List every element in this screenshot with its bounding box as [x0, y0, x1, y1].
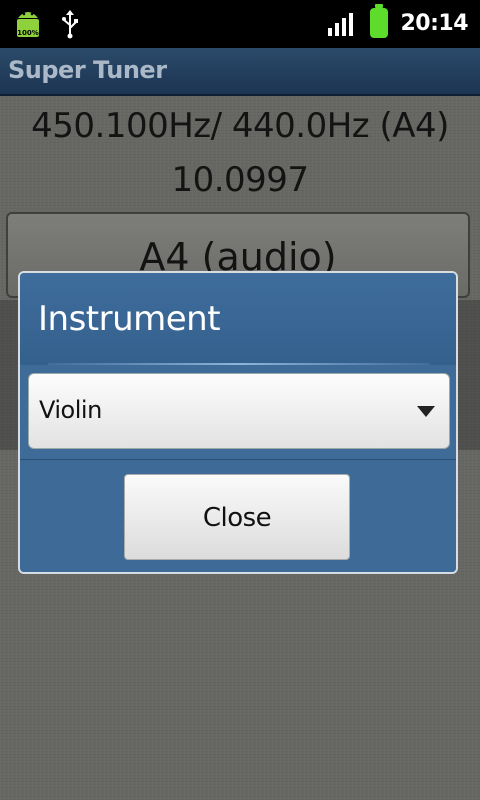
- app-title-bar: Super Tuner: [0, 48, 480, 96]
- dialog-divider: [48, 363, 430, 365]
- signal-icon: [328, 10, 358, 36]
- close-button[interactable]: Close: [124, 474, 350, 560]
- instrument-dialog: Instrument Violin Close: [18, 271, 458, 574]
- instrument-select[interactable]: Violin: [28, 373, 450, 449]
- usb-icon: [60, 9, 80, 39]
- dialog-title: Instrument: [38, 299, 221, 339]
- status-bar: 100% 20:14: [0, 0, 480, 48]
- dialog-footer: Close: [20, 459, 456, 572]
- selected-instrument: Violin: [39, 396, 102, 424]
- android-battery-icon: 100%: [14, 8, 42, 40]
- battery-badge-text: 100%: [17, 29, 39, 37]
- dialog-header: Instrument: [20, 273, 456, 365]
- status-left-icons: 100%: [14, 8, 80, 40]
- app-title: Super Tuner: [8, 56, 167, 84]
- dropdown-arrow-icon: [417, 406, 435, 417]
- status-right-icons: 20:14: [328, 4, 468, 38]
- status-clock: 20:14: [400, 10, 468, 36]
- battery-icon: [370, 4, 389, 38]
